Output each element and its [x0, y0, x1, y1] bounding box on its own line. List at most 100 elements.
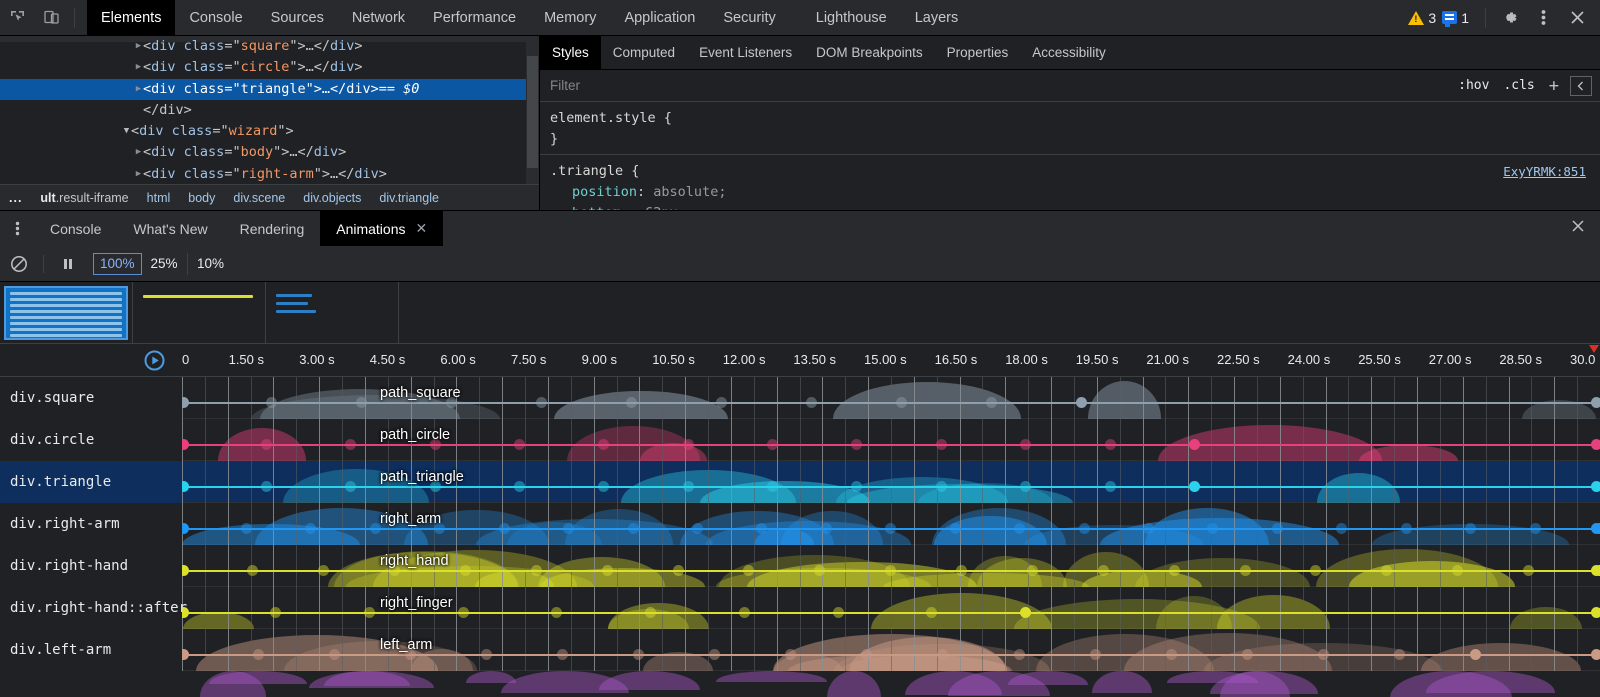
- keyframe-marker[interactable]: [936, 481, 947, 492]
- tab-computed[interactable]: Computed: [601, 36, 687, 69]
- keyframe-marker[interactable]: [481, 649, 492, 660]
- keyframe-marker[interactable]: [1014, 649, 1025, 660]
- animation-group-preview-2[interactable]: [133, 282, 266, 344]
- breadcrumb-item-body[interactable]: body: [179, 185, 224, 211]
- animation-track-row[interactable]: div.squarepath_square: [0, 377, 1600, 419]
- tab-memory[interactable]: Memory: [530, 0, 610, 36]
- drawer-tab-console[interactable]: Console: [34, 211, 117, 247]
- twisty-closed-icon[interactable]: ▶: [134, 57, 143, 78]
- css-rule-triangle[interactable]: .triangle { ExyYRMK:851 position: absolu…: [550, 155, 1600, 210]
- keyframe-marker[interactable]: [1143, 523, 1154, 534]
- keyframe-marker[interactable]: [1090, 649, 1101, 660]
- animation-track-row-partial[interactable]: [0, 671, 1600, 697]
- keyframe-marker[interactable]: [1272, 523, 1283, 534]
- keyframe-marker[interactable]: [253, 649, 264, 660]
- keyframe-marker[interactable]: [833, 607, 844, 618]
- css-declaration-bottom[interactable]: bottom: -62px;: [550, 203, 1600, 210]
- keyframe-marker[interactable]: [557, 649, 568, 660]
- twisty-closed-icon[interactable]: ▶: [134, 142, 143, 163]
- breadcrumb-item-triangle[interactable]: div.triangle: [370, 185, 448, 211]
- keyframe-marker[interactable]: [683, 439, 694, 450]
- keyframe-marker[interactable]: [739, 607, 750, 618]
- keyframe-marker[interactable]: [950, 523, 961, 534]
- drawer-more-kebab-icon[interactable]: [0, 220, 34, 237]
- keyframe-marker[interactable]: [673, 565, 684, 576]
- breadcrumb-item-result-iframe[interactable]: ult.result-iframe: [31, 185, 137, 211]
- toggle-hover-state-button[interactable]: :hov: [1451, 78, 1496, 93]
- keyframe-marker[interactable]: [1591, 565, 1600, 576]
- breadcrumb-item-scene[interactable]: div.scene: [224, 185, 294, 211]
- keyframe-marker[interactable]: [683, 481, 694, 492]
- tab-event-listeners[interactable]: Event Listeners: [687, 36, 804, 69]
- keyframe-marker[interactable]: [1098, 565, 1109, 576]
- keyframe-marker[interactable]: [1027, 565, 1038, 576]
- close-icon[interactable]: ✕: [416, 220, 428, 237]
- speed-10-button[interactable]: 10%: [188, 253, 234, 275]
- warning-count-badge[interactable]: 3 1: [1408, 10, 1475, 26]
- replay-timeline-icon[interactable]: [144, 350, 165, 371]
- speed-25-button[interactable]: 25%: [142, 253, 188, 275]
- tab-security[interactable]: Security: [709, 0, 789, 36]
- dom-tree-pane[interactable]: ▶ <div class="square">…</div> ▶ <div cla…: [0, 36, 540, 210]
- tab-application[interactable]: Application: [610, 0, 709, 36]
- keyframe-marker[interactable]: [821, 523, 832, 534]
- drawer-tab-animations[interactable]: Animations ✕: [320, 211, 443, 247]
- clear-all-icon[interactable]: [0, 250, 38, 278]
- keyframe-marker[interactable]: [1591, 439, 1600, 450]
- keyframe-marker[interactable]: [1014, 523, 1025, 534]
- dom-node-right-arm[interactable]: ▶ <div class="right-arm">…</div>: [0, 164, 539, 185]
- tab-lighthouse[interactable]: Lighthouse: [802, 0, 901, 36]
- keyframe-marker[interactable]: [1169, 565, 1180, 576]
- scrollbar-thumb[interactable]: [527, 56, 538, 168]
- keyframe-marker[interactable]: [458, 607, 469, 618]
- keyframe-marker[interactable]: [1166, 649, 1177, 660]
- keyframe-marker[interactable]: [1591, 607, 1600, 618]
- animation-track-row[interactable]: div.right-handright_hand: [0, 545, 1600, 587]
- keyframe-marker[interactable]: [1591, 481, 1600, 492]
- breadcrumb-item-html[interactable]: html: [138, 185, 180, 211]
- animation-group-preview-1[interactable]: [0, 282, 133, 344]
- keyframe-marker[interactable]: [531, 565, 542, 576]
- twisty-closed-icon[interactable]: ▶: [134, 36, 143, 57]
- keyframe-marker[interactable]: [936, 439, 947, 450]
- keyframe-marker[interactable]: [1189, 439, 1200, 450]
- close-devtools-icon[interactable]: [1560, 3, 1594, 33]
- keyframe-marker[interactable]: [514, 439, 525, 450]
- css-rule-element-style[interactable]: element.style { }: [550, 108, 1600, 150]
- keyframe-marker[interactable]: [602, 565, 613, 576]
- new-style-rule-button[interactable]: +: [1542, 76, 1566, 96]
- tab-console[interactable]: Console: [175, 0, 256, 36]
- tab-performance[interactable]: Performance: [419, 0, 530, 36]
- keyframe-marker[interactable]: [261, 481, 272, 492]
- keyframe-marker[interactable]: [1079, 523, 1090, 534]
- keyframe-marker[interactable]: [499, 523, 510, 534]
- keyframe-marker[interactable]: [563, 523, 574, 534]
- drawer-tab-whats-new[interactable]: What's New: [117, 211, 223, 247]
- keyframe-marker[interactable]: [692, 523, 703, 534]
- css-source-link[interactable]: ExyYRMK:851: [1503, 161, 1586, 182]
- timeline-ruler[interactable]: 01.50 s3.00 s4.50 s6.00 s7.50 s9.00 s10.…: [0, 344, 1600, 377]
- pause-icon[interactable]: [49, 250, 87, 278]
- keyframe-marker[interactable]: [1318, 649, 1329, 660]
- keyframe-marker[interactable]: [1530, 523, 1541, 534]
- keyframe-marker[interactable]: [329, 649, 340, 660]
- twisty-open-icon[interactable]: ▼: [122, 121, 131, 142]
- device-toolbar-icon[interactable]: [34, 3, 68, 33]
- keyframe-marker[interactable]: [1591, 649, 1600, 660]
- dom-node-triangle-selected[interactable]: ▶ <div class="triangle">…</div> == $0: [0, 79, 539, 100]
- keyframe-marker[interactable]: [261, 439, 272, 450]
- twisty-closed-icon[interactable]: ▶: [134, 79, 143, 100]
- tab-elements[interactable]: Elements: [87, 0, 175, 36]
- drawer-close-icon[interactable]: [1570, 218, 1600, 239]
- keyframe-marker[interactable]: [1401, 523, 1412, 534]
- keyframe-marker[interactable]: [956, 565, 967, 576]
- dom-node-square[interactable]: ▶ <div class="square">…</div>: [0, 36, 539, 57]
- animation-track-row[interactable]: div.right-hand::afterright_finger: [0, 587, 1600, 629]
- tab-sources[interactable]: Sources: [257, 0, 338, 36]
- dom-node-body[interactable]: ▶ <div class="body">…</div>: [0, 142, 539, 163]
- dom-node-wizard[interactable]: ▼ <div class="wizard">: [0, 121, 539, 142]
- speed-100-button[interactable]: 100%: [93, 253, 142, 275]
- keyframe-marker[interactable]: [1465, 523, 1476, 534]
- keyframe-marker[interactable]: [1591, 397, 1600, 408]
- tab-dom-breakpoints[interactable]: DOM Breakpoints: [804, 36, 935, 69]
